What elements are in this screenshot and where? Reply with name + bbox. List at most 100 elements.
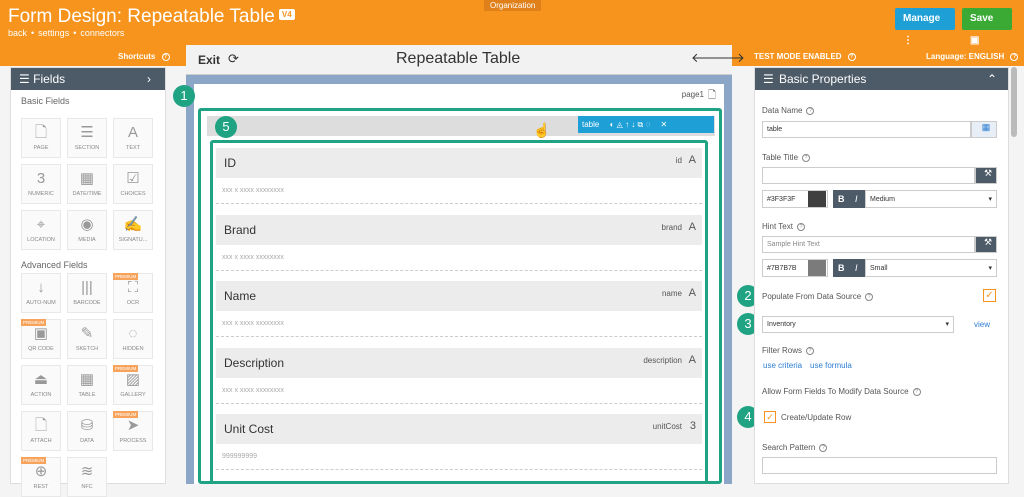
comment-icon[interactable]: ◌: [645, 120, 650, 129]
table-column-id[interactable]: ID id Axxx x xxxx xxxxxxxx: [216, 148, 702, 206]
bold-button[interactable]: B: [838, 194, 845, 204]
data-source-select[interactable]: Inventory ▾: [762, 316, 954, 333]
search-pattern-input[interactable]: [762, 457, 997, 474]
save-button[interactable]: Save ▣: [962, 8, 1012, 46]
table-grid-icon[interactable]: ▦: [971, 121, 997, 138]
back-link[interactable]: back: [8, 28, 27, 38]
column-header: Description description A: [216, 347, 702, 378]
field-date-time[interactable]: ▦ DATE/TIME: [67, 164, 107, 204]
field-rest[interactable]: ⊕ REST PREMIUM: [21, 457, 61, 497]
help-icon[interactable]: ?: [802, 153, 811, 162]
organization-tab[interactable]: Organization: [484, 0, 542, 11]
field-action[interactable]: ⏏ ACTION: [21, 365, 61, 405]
create-update-checkbox[interactable]: ✓: [764, 411, 776, 423]
field-hidden[interactable]: ◌ HIDDEN: [113, 319, 153, 359]
hint-size-select[interactable]: Small ▾: [865, 259, 997, 277]
arrow-down-icon[interactable]: ↓: [631, 120, 635, 129]
italic-button[interactable]: I: [855, 194, 858, 204]
field-page[interactable]: 🗋 PAGE: [21, 118, 61, 158]
hint-color-swatch[interactable]: [808, 260, 826, 276]
caret-down-icon: ▾: [988, 265, 992, 272]
auto-number-icon: ↓: [37, 279, 45, 296]
field-qr-code[interactable]: ▣ QR CODE PREMIUM: [21, 319, 61, 359]
field-process[interactable]: ➤ PROCESS PREMIUM: [113, 411, 153, 451]
help-icon[interactable]: ?: [806, 106, 815, 115]
field-sketch[interactable]: ✎ SKETCH: [67, 319, 107, 359]
help-icon[interactable]: ?: [912, 387, 921, 396]
floppy-disk-icon: ▣: [970, 35, 980, 46]
hand-cursor-icon: ☝: [533, 122, 551, 138]
populate-checkbox[interactable]: ✓: [983, 289, 996, 302]
field-ocr[interactable]: ⛶ OCR PREMIUM: [113, 273, 153, 313]
field-data[interactable]: ⛁ DATA: [67, 411, 107, 451]
hint-text-input[interactable]: Sample Hint Text: [762, 236, 975, 253]
list-icon: ☰: [763, 72, 774, 86]
copy-icon[interactable]: ⧉: [638, 120, 644, 129]
field-section[interactable]: ☰ SECTION: [67, 118, 107, 158]
arrow-right-icon[interactable]: 🡒: [710, 50, 745, 66]
exit-button[interactable]: Exit: [198, 53, 220, 67]
arrow-up-icon[interactable]: ↑: [625, 120, 629, 129]
wrench-icon[interactable]: ⚒: [975, 167, 997, 184]
ocr-icon: ⛶: [127, 279, 139, 296]
manage-button[interactable]: Manage ⋮: [895, 8, 955, 46]
chevron-right-icon[interactable]: ›: [147, 68, 151, 90]
field-choices[interactable]: ☑ CHOICES: [113, 164, 153, 204]
view-link[interactable]: view: [974, 320, 990, 329]
wrench-icon[interactable]: ⚒: [975, 236, 997, 253]
column-data-name: id: [675, 156, 682, 165]
field-barcode[interactable]: ||| BARCODE: [67, 273, 107, 313]
allow-modify-label: Allow Form Fields To Modify Data Source?: [762, 387, 921, 396]
help-icon[interactable]: ?: [865, 292, 874, 301]
title-color-swatch[interactable]: [808, 191, 826, 207]
text-type-icon: A: [688, 353, 696, 366]
page-label: page1: [681, 90, 704, 99]
section-icon: ☰: [80, 124, 94, 141]
app-header: Form Design: Repeatable Table V4 back • set…: [0, 0, 1024, 46]
location-pin-icon: ⌖: [36, 216, 46, 233]
field-media[interactable]: ◉ MEDIA: [67, 210, 107, 250]
table-column-description[interactable]: Description description Axxx x xxxx xxxxxx…: [216, 347, 702, 406]
help-icon[interactable]: ?: [161, 52, 170, 61]
help-icon[interactable]: ?: [819, 443, 828, 452]
palette-icon[interactable]: ◐: [610, 120, 615, 129]
gallery-icon: ▨: [125, 371, 141, 388]
scrollbar-thumb[interactable]: [1011, 67, 1017, 137]
field-signatu[interactable]: ✍ SIGNATU...: [113, 210, 153, 250]
table-column-unitcost[interactable]: Unit Cost unitCost 3 999999999: [216, 414, 702, 472]
title-size-select[interactable]: Medium ▾: [865, 190, 997, 208]
use-criteria-link[interactable]: use criteria: [763, 361, 802, 370]
field-attach[interactable]: 🗋 ATTACH: [21, 411, 61, 451]
field-gallery[interactable]: ▨ GALLERY PREMIUM: [113, 365, 153, 405]
field-table[interactable]: ▦ TABLE: [67, 365, 107, 405]
connectors-link[interactable]: connectors: [80, 28, 124, 38]
text-type-icon: A: [688, 287, 696, 299]
field-label: TEXT: [125, 145, 141, 151]
table-tag: table: [582, 120, 600, 129]
shortcuts-label[interactable]: Shortcuts ?: [118, 52, 170, 61]
use-formula-link[interactable]: use formula: [810, 361, 852, 370]
table-title-input[interactable]: [762, 167, 975, 184]
settings-link[interactable]: settings: [38, 28, 69, 38]
help-icon[interactable]: ?: [796, 222, 805, 231]
column-data-name: name: [661, 289, 682, 298]
style-icon[interactable]: ◬: [617, 120, 623, 129]
table-column-brand[interactable]: Brand brand Axxx x xxxx xxxxxxxx: [216, 214, 702, 273]
help-icon[interactable]: ?: [847, 52, 856, 61]
help-icon[interactable]: ?: [806, 346, 815, 355]
field-location[interactable]: ⌖ LOCATION: [21, 210, 61, 250]
data-name-input[interactable]: table: [762, 121, 971, 138]
language-label[interactable]: Language: ENGLISH ?: [926, 52, 1019, 61]
refresh-icon[interactable]: ⟳: [228, 51, 239, 67]
close-icon[interactable]: ✕: [660, 120, 667, 129]
field-text[interactable]: A TEXT: [113, 118, 153, 158]
help-icon[interactable]: ?: [1010, 52, 1019, 61]
field-auto-num[interactable]: ↓ AUTO-NUM: [21, 273, 61, 313]
column-header: Unit Cost unitCost 3: [216, 414, 702, 444]
chevron-up-icon[interactable]: ⌃: [987, 68, 997, 90]
italic-button[interactable]: I: [855, 263, 858, 273]
field-nfc[interactable]: ≋ NFC: [67, 457, 107, 497]
field-numeric[interactable]: 3 NUMERIC: [21, 164, 61, 204]
table-column-name[interactable]: Name name Axxx x xxxx xxxxxxxx: [216, 281, 702, 339]
bold-button[interactable]: B: [838, 263, 845, 273]
